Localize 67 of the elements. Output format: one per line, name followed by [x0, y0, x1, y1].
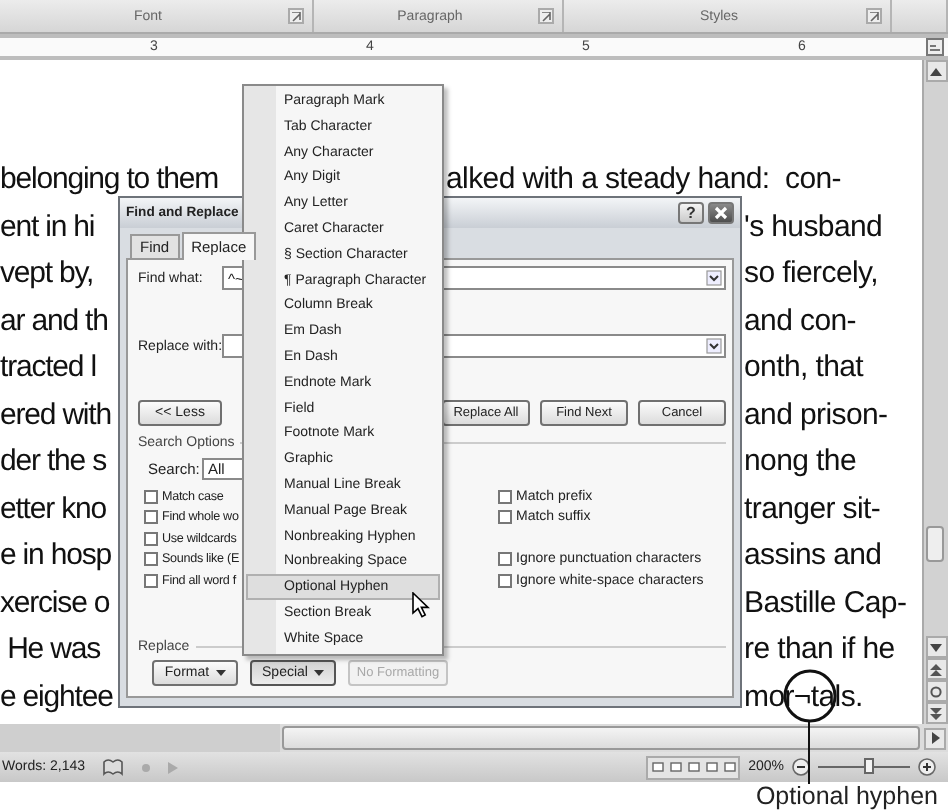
document-text: and prison- [744, 395, 888, 435]
checkbox[interactable] [498, 573, 512, 588]
close-button[interactable] [708, 202, 734, 224]
document-text: tracted l [0, 348, 96, 388]
checkbox[interactable] [144, 573, 158, 588]
down-arrow-icon [930, 643, 942, 651]
double-up-arrow-icon [930, 663, 942, 675]
document-text: He was [5, 630, 100, 670]
document-text: nong the [744, 442, 856, 482]
scrollbar-thumb[interactable] [282, 726, 920, 750]
document-text: Bastille Cap- [744, 583, 907, 623]
document-text: xercise o [0, 583, 110, 623]
checkbox[interactable] [144, 552, 158, 567]
dialog-launcher-button[interactable] [866, 8, 882, 24]
ruler-icon[interactable] [926, 38, 944, 56]
document-text: alked with a steady hand: con- [446, 160, 841, 200]
document-text: ar and th [0, 301, 108, 341]
plus-icon [918, 758, 936, 776]
scrollbar-thumb[interactable] [926, 526, 944, 562]
scroll-up-button[interactable] [925, 60, 947, 82]
slider-thumb[interactable] [864, 758, 875, 774]
document-text: tranger sit- [744, 489, 881, 529]
close-icon [714, 206, 728, 220]
zoom-in-button[interactable] [918, 758, 936, 776]
dropdown-icon[interactable] [706, 270, 722, 286]
document-text: belonging to them [0, 160, 219, 200]
right-arrow-icon [931, 732, 939, 744]
up-arrow-icon [930, 67, 942, 75]
dialog-launcher-button[interactable] [538, 8, 554, 24]
dialog-launcher-button[interactable] [288, 8, 304, 24]
document-text: assins and [744, 536, 882, 576]
checkbox[interactable] [144, 489, 158, 504]
document-text: 's husband [744, 207, 883, 247]
document-text: so fiercely, [744, 254, 878, 294]
scroll-right-button[interactable] [924, 727, 946, 749]
previous-page-button[interactable] [925, 658, 947, 680]
checkbox[interactable] [498, 489, 512, 504]
callout-label: Optional hyphen [755, 782, 938, 812]
document-text: der the s [0, 442, 106, 482]
minus-icon [792, 758, 810, 776]
document-text: e eightee [0, 677, 113, 717]
help-button[interactable]: ? [678, 202, 704, 224]
mouse-pointer-icon [412, 592, 430, 618]
launcher-icon [541, 11, 551, 21]
double-down-arrow-icon [930, 707, 942, 719]
circle-icon [930, 685, 942, 697]
checkbox[interactable] [144, 510, 158, 525]
document-text: onth, that [744, 348, 864, 388]
zoom-out-button[interactable] [792, 758, 810, 776]
document-text: ent in hi [0, 207, 95, 247]
checkbox[interactable] [144, 531, 158, 546]
dropdown-icon[interactable] [706, 338, 722, 354]
scroll-down-button[interactable] [925, 636, 947, 658]
next-page-button[interactable] [925, 702, 947, 724]
document-text: vept by, [0, 254, 94, 294]
document-text: and con- [744, 301, 856, 341]
browse-object-button[interactable] [925, 680, 947, 702]
checkbox[interactable] [498, 552, 512, 567]
document-text: ered with [0, 395, 111, 435]
launcher-icon [869, 11, 879, 21]
book-icon[interactable] [101, 758, 124, 776]
document-text: e in hosp [0, 536, 111, 576]
dot-icon[interactable] [139, 761, 152, 773]
launcher-icon [291, 11, 301, 21]
document-text: etter kno [0, 489, 106, 529]
checkbox[interactable] [498, 510, 512, 525]
document-text: re than if he [744, 630, 895, 670]
